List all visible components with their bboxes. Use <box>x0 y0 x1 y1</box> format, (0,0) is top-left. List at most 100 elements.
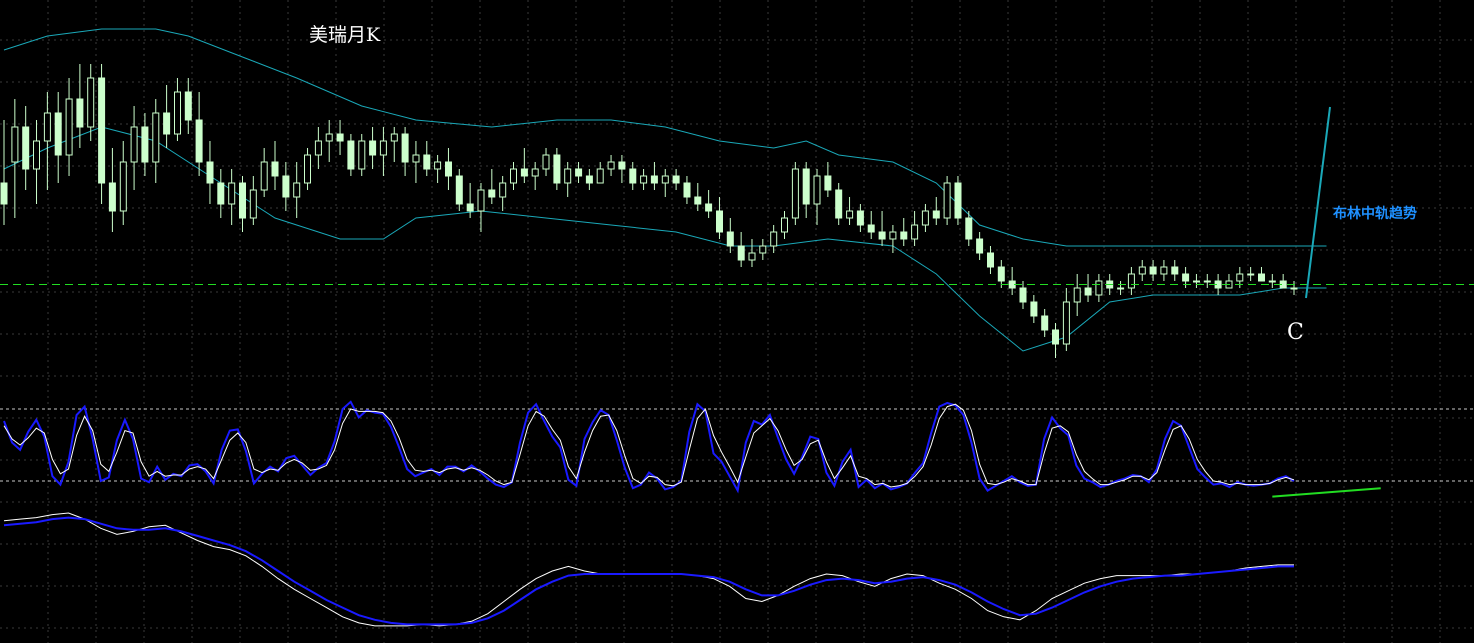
candle-down <box>824 175 832 191</box>
candle-down <box>98 77 106 184</box>
candle-down <box>553 154 561 184</box>
candle-up <box>1247 273 1255 276</box>
candle-down <box>401 133 409 163</box>
candle-up <box>1203 280 1211 283</box>
candle-down <box>585 175 593 184</box>
candle-up <box>174 91 181 135</box>
candle-down <box>650 175 658 184</box>
candle-up <box>65 98 73 156</box>
candle-up <box>781 217 788 233</box>
candle-down <box>737 245 745 261</box>
candle-down <box>141 126 149 163</box>
candle-up <box>921 210 929 226</box>
candle-up <box>130 126 138 163</box>
candle-up <box>889 231 897 240</box>
candle-down <box>488 189 496 198</box>
candle-up <box>1138 266 1146 275</box>
candle-up <box>846 210 854 219</box>
candle-up <box>477 189 485 212</box>
candle-up <box>228 182 236 205</box>
candle-down <box>997 266 1005 282</box>
candle-down <box>369 140 377 156</box>
stock-chart: 美瑞月K 布林中轨趋势 C <box>0 0 1474 643</box>
candle-up <box>1062 301 1070 345</box>
candle-up <box>314 140 322 156</box>
candle-up <box>293 182 301 198</box>
candle-up <box>661 175 669 184</box>
candle-down <box>423 154 431 170</box>
candle-down <box>1182 273 1190 282</box>
candle-down <box>1149 266 1157 275</box>
candle-up <box>390 133 398 142</box>
candle-up <box>596 168 604 184</box>
candle-down <box>1019 287 1027 303</box>
candle-down <box>282 175 290 198</box>
candle-down <box>1052 329 1059 345</box>
candle-up <box>1095 280 1103 296</box>
candle-up <box>770 231 778 247</box>
candle-up <box>119 161 127 212</box>
candle-up <box>434 161 442 170</box>
candle-down <box>716 210 723 233</box>
candle-down <box>347 140 355 170</box>
candle-up <box>412 154 420 163</box>
candle-down <box>987 252 994 268</box>
candle-down <box>965 217 973 240</box>
candle-down <box>976 238 984 254</box>
candle-up <box>260 161 268 191</box>
candle-down <box>867 224 875 233</box>
candle-down <box>184 91 192 121</box>
candle-down <box>0 182 8 205</box>
candle-down <box>878 231 886 240</box>
candle-down <box>726 231 734 247</box>
candle-down <box>705 203 713 212</box>
candle-down <box>694 196 702 205</box>
candle-up <box>759 245 767 254</box>
candle-up <box>542 154 550 170</box>
candle-up <box>531 168 539 177</box>
candle-down <box>1041 315 1049 331</box>
candle-down <box>108 182 116 212</box>
candle-down <box>835 189 843 219</box>
candle-down <box>672 175 680 184</box>
candle-up <box>943 182 951 219</box>
candle-down <box>445 161 452 177</box>
candle-down <box>954 182 962 219</box>
candle-up <box>1193 280 1200 283</box>
candle-down <box>195 119 203 163</box>
candle-up <box>791 168 799 219</box>
candle-up <box>358 140 366 170</box>
candle-down <box>856 210 864 226</box>
candle-up <box>1117 287 1125 290</box>
candle-down <box>1171 266 1179 275</box>
candle-down <box>900 231 908 240</box>
candle-up <box>87 77 95 128</box>
candle-up <box>510 168 517 184</box>
candle-up <box>304 154 311 184</box>
candle-down <box>217 182 225 205</box>
chart-background <box>0 0 1474 643</box>
candle-up <box>33 140 40 170</box>
candle-down <box>683 182 691 198</box>
candle-up <box>564 168 572 184</box>
chart-title: 美瑞月K <box>309 24 381 46</box>
candle-up <box>1073 287 1081 303</box>
candle-up <box>911 224 919 240</box>
candle-down <box>455 175 463 205</box>
candle-up <box>1268 280 1276 283</box>
candle-up <box>11 126 19 163</box>
candle-up <box>640 175 648 184</box>
candle-up <box>748 252 756 261</box>
candle-up <box>249 189 257 219</box>
candle-down <box>1258 273 1265 282</box>
candle-up <box>499 182 507 198</box>
candle-down <box>54 112 62 156</box>
candle-down <box>336 133 344 142</box>
candle-up <box>1160 266 1168 275</box>
candle-down <box>802 168 810 205</box>
candle-down <box>271 161 279 177</box>
candle-down <box>1084 287 1092 296</box>
candle-down <box>629 168 637 184</box>
candle-up <box>1290 287 1298 290</box>
candle-up <box>813 175 821 205</box>
